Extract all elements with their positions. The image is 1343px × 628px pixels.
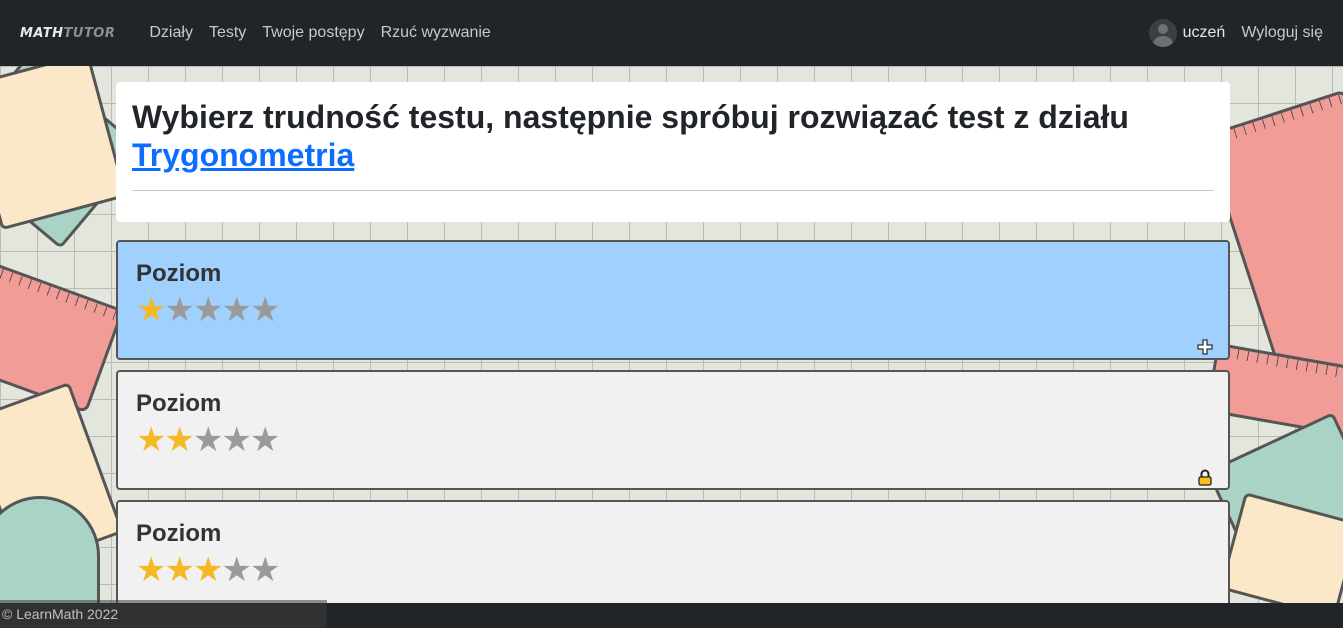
level-card-2[interactable]: Poziom ★★★★★ xyxy=(116,370,1230,490)
star-icon: ★ xyxy=(164,291,195,329)
navbar: MATHTUTOR Działy Testy Twoje postępy Rzu… xyxy=(0,0,1343,66)
star-icon: ★ xyxy=(192,551,224,589)
header-card: Wybierz trudność testu, następnie spróbu… xyxy=(116,82,1230,222)
divider xyxy=(132,190,1214,191)
lock-icon xyxy=(1196,468,1214,486)
section-link[interactable]: Trygonometria xyxy=(132,137,354,173)
level-card-1[interactable]: Poziom ★★★★★ xyxy=(116,240,1230,360)
decor-ruler xyxy=(0,66,128,231)
star-icon: ★ xyxy=(164,421,195,459)
brand-logo[interactable]: MATHTUTOR xyxy=(20,26,115,41)
star-icon: ★ xyxy=(221,551,252,589)
star-icon: ★ xyxy=(136,291,167,329)
star-rating: ★★★★★ xyxy=(136,292,1210,328)
avatar-icon[interactable] xyxy=(1148,19,1177,47)
nav-link-testy[interactable]: Testy xyxy=(209,24,246,42)
star-icon: ★ xyxy=(164,551,195,589)
star-icon: ★ xyxy=(192,291,224,329)
star-rating: ★★★★★ xyxy=(136,422,1210,458)
user-menu: uczeń Wyloguj się xyxy=(1148,19,1323,47)
star-icon: ★ xyxy=(136,551,167,589)
star-icon: ★ xyxy=(221,291,252,329)
page-title-text: Wybierz trudność testu, następnie spróbu… xyxy=(132,99,1129,135)
star-rating: ★★★★★ xyxy=(136,552,1210,588)
star-icon: ★ xyxy=(249,421,281,459)
plus-icon xyxy=(1196,338,1214,356)
level-title: Poziom xyxy=(136,260,222,287)
star-icon: ★ xyxy=(221,421,252,459)
user-name[interactable]: uczeń xyxy=(1183,24,1226,42)
brand-part2: TUTOR xyxy=(63,25,116,41)
level-title: Poziom xyxy=(136,390,222,417)
level-title: Poziom xyxy=(136,520,222,547)
logout-link[interactable]: Wyloguj się xyxy=(1241,24,1323,42)
star-icon: ★ xyxy=(136,421,167,459)
star-icon: ★ xyxy=(249,551,281,589)
footer-copyright: © LearnMath 2022 xyxy=(0,600,327,628)
nav-link-dzialy[interactable]: Działy xyxy=(149,24,193,42)
nav-link-postepy[interactable]: Twoje postępy xyxy=(262,24,364,42)
nav-link-wyzwanie[interactable]: Rzuć wyzwanie xyxy=(381,24,491,42)
star-icon: ★ xyxy=(249,291,281,329)
brand-part1: MATH xyxy=(20,25,64,41)
star-icon: ★ xyxy=(192,421,224,459)
page-title: Wybierz trudność testu, następnie spróbu… xyxy=(132,98,1214,174)
